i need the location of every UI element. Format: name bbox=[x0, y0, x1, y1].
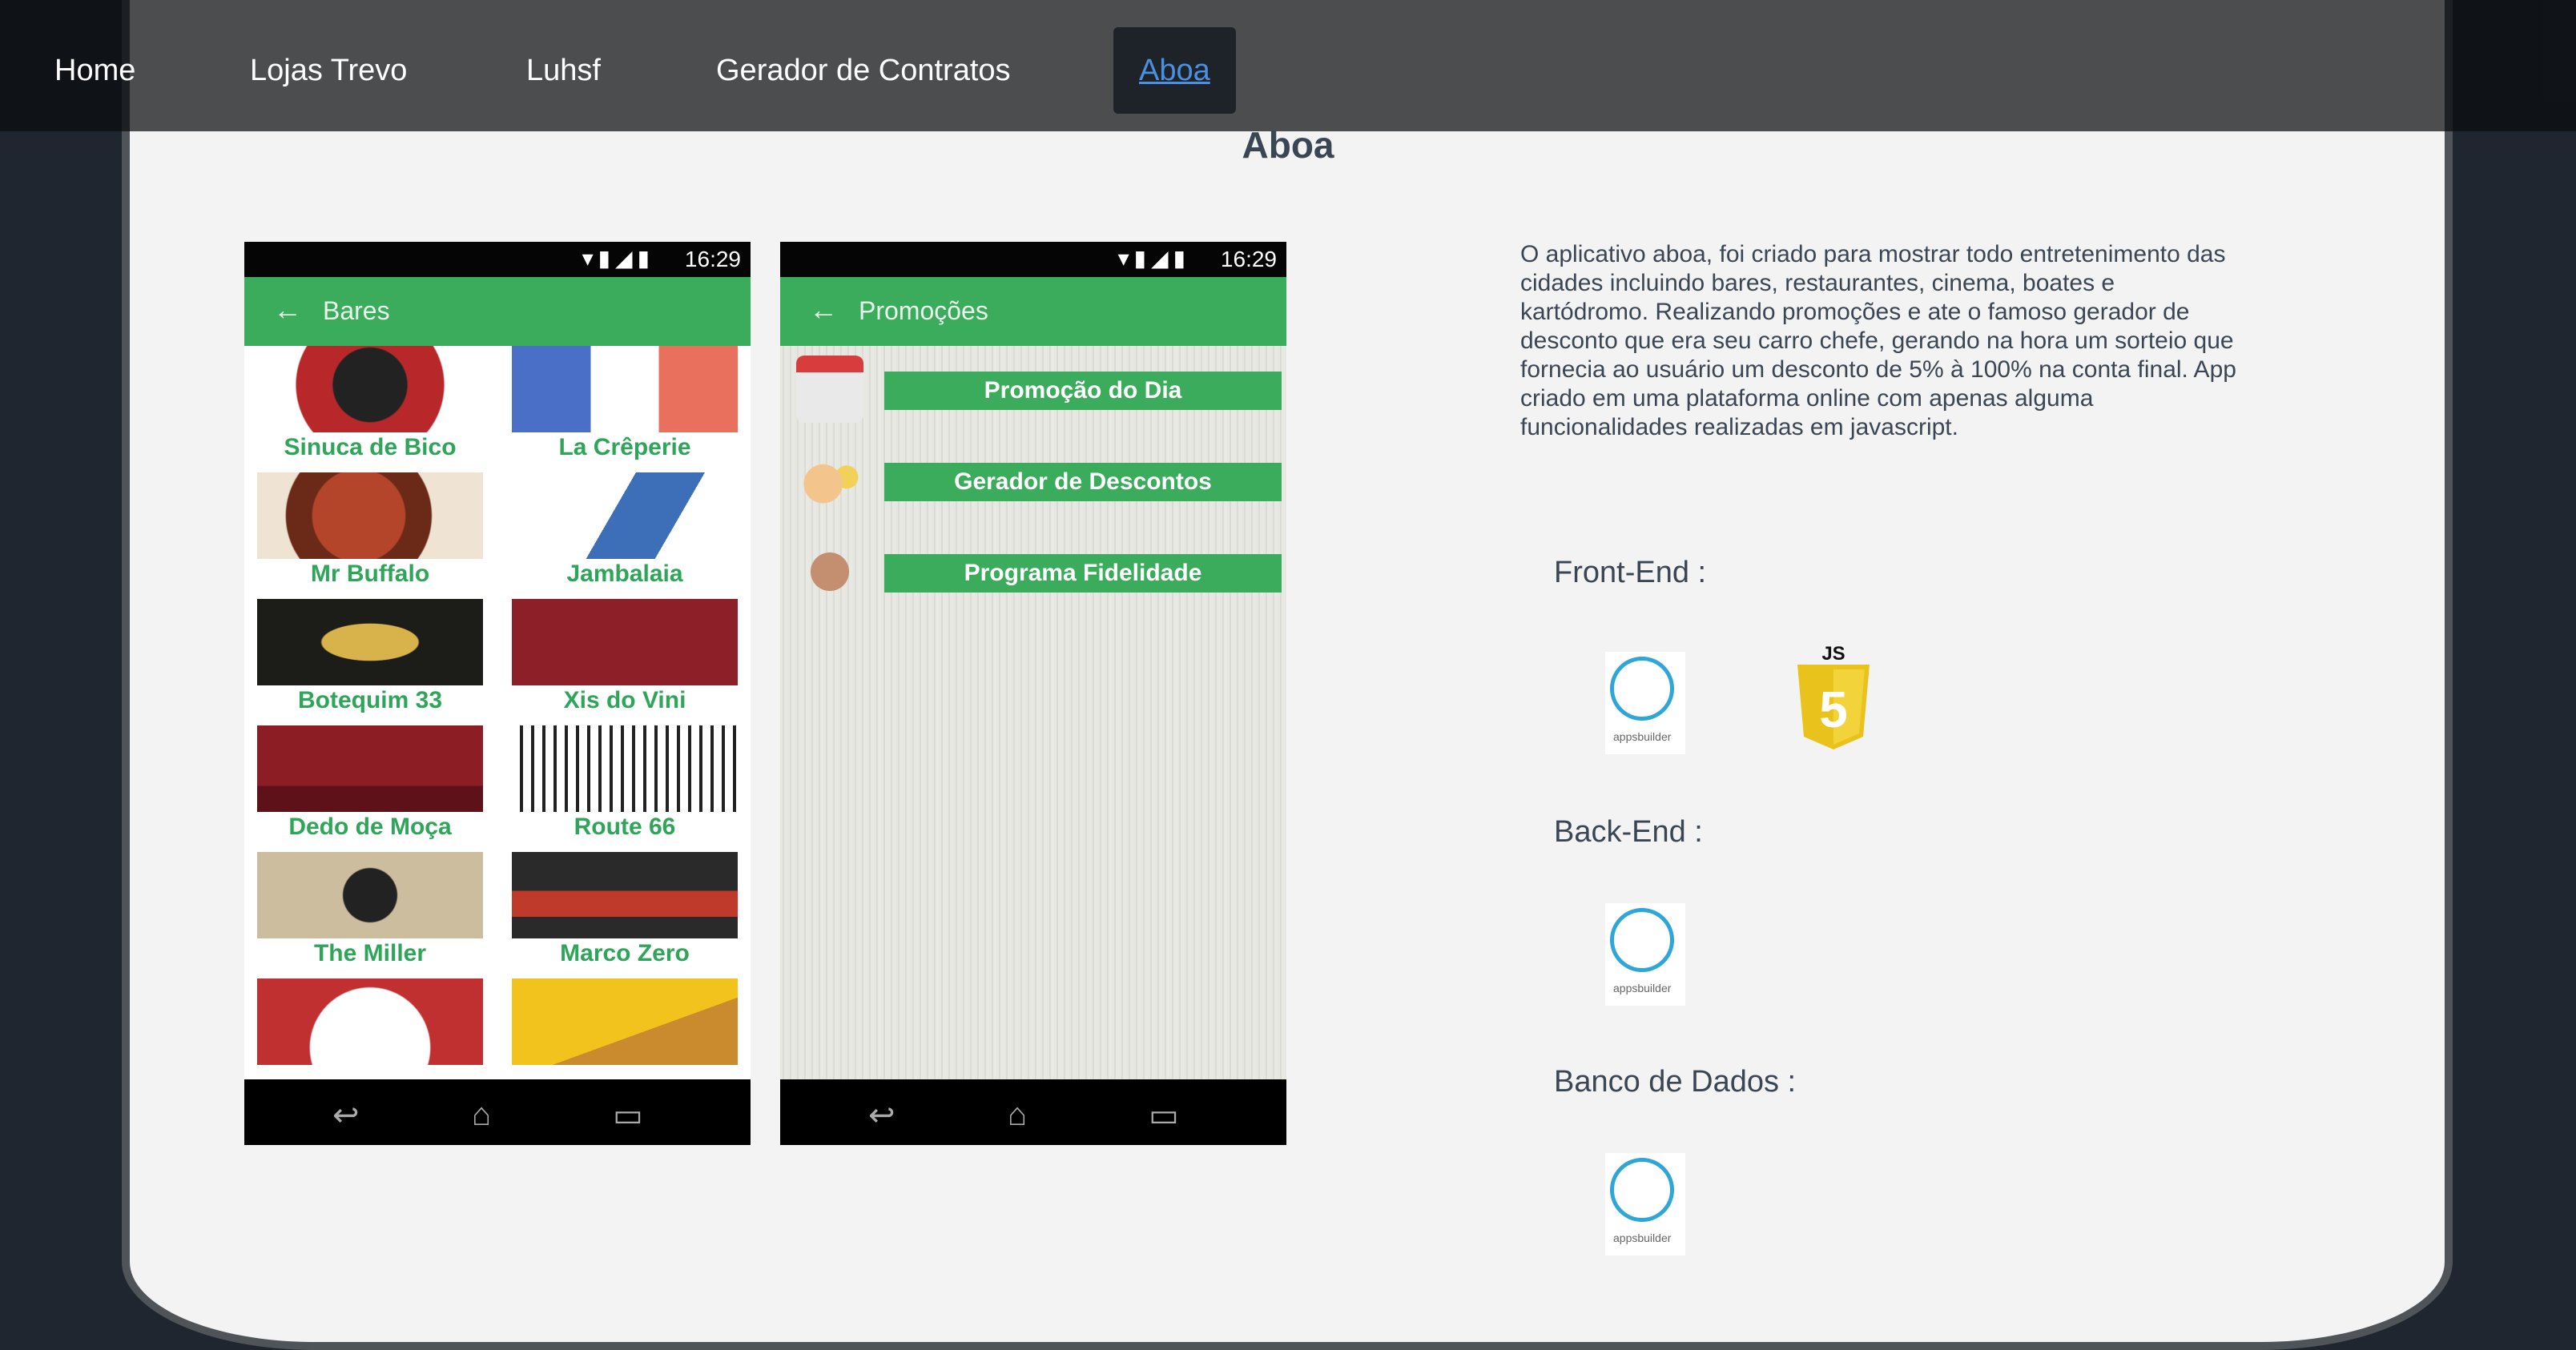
project-description: O aplicativo aboa, foi criado para mostr… bbox=[1520, 241, 2236, 440]
tile-botequim: Botequim 33 bbox=[251, 599, 489, 721]
promo-list: Promoção do Dia Gerador de Descontos Pro… bbox=[780, 346, 1286, 1079]
nav-aboa[interactable]: Aboa bbox=[1113, 27, 1236, 114]
piggy-bank-icon bbox=[796, 447, 863, 514]
tile-label: Sinuca de Bico bbox=[284, 434, 457, 460]
tile-label: Route 66 bbox=[574, 814, 676, 840]
tile-image bbox=[512, 599, 738, 685]
tile-image bbox=[512, 852, 738, 938]
appsbuilder-logo: appsbuilder bbox=[1605, 652, 1685, 754]
js-shield-number: 5 bbox=[1819, 681, 1848, 738]
nav-home[interactable]: Home bbox=[54, 27, 135, 114]
tile-image bbox=[257, 599, 483, 685]
android-nav-bar: ↩ ⌂ ▭ bbox=[780, 1079, 1286, 1145]
promo-row: Gerador de Descontos bbox=[780, 447, 1286, 527]
tile-label: Botequim 33 bbox=[297, 687, 443, 713]
app-bar: ← Promoções bbox=[780, 277, 1286, 346]
tile-image bbox=[512, 725, 738, 812]
app-bar-title: Bares bbox=[323, 296, 390, 325]
js-label: JS bbox=[1821, 643, 1845, 665]
tile-label: Mr Buffalo bbox=[310, 560, 430, 587]
tile-xis-vini: Xis do Vini bbox=[505, 599, 744, 721]
nav-back-icon: ↩ bbox=[868, 1098, 896, 1133]
page-title: Aboa bbox=[1242, 124, 1334, 166]
top-navbar: Home Lojas Trevo Luhsf Gerador de Contra… bbox=[0, 0, 2576, 131]
status-bar: ▾▮◢▮ 16:29 bbox=[780, 242, 1286, 277]
app-bar: ← Bares bbox=[244, 277, 751, 346]
appsbuilder-logo: appsbuilder bbox=[1605, 903, 1685, 1006]
tile-image bbox=[512, 472, 738, 559]
wrench-icon bbox=[1610, 908, 1674, 972]
tile-jambalaia: Jambalaia bbox=[505, 472, 744, 594]
promo-row: Programa Fidelidade bbox=[780, 538, 1286, 618]
nav-recents-icon: ▭ bbox=[613, 1098, 643, 1133]
back-end-heading: Back-End : bbox=[1554, 815, 1703, 849]
back-arrow-icon: ← bbox=[273, 293, 302, 326]
tile-marco-zero: Marco Zero bbox=[505, 852, 744, 974]
appsbuilder-label: appsbuilder bbox=[1613, 730, 1672, 743]
tile-image bbox=[257, 725, 483, 812]
tile-image bbox=[257, 346, 483, 432]
tile-label: Xis do Vini bbox=[563, 687, 686, 713]
tile-buffalo: Mr Buffalo bbox=[251, 472, 489, 594]
tile-label: Marco Zero bbox=[560, 940, 690, 966]
signal-icons: ▾▮◢▮ bbox=[1117, 246, 1190, 271]
status-bar: ▾▮◢▮ 16:29 bbox=[244, 242, 751, 277]
wrench-icon bbox=[1610, 1158, 1674, 1222]
nav-home-icon: ⌂ bbox=[472, 1097, 492, 1132]
bars-grid: Sinuca de Bico La Crêperie Mr Buffalo Ja… bbox=[244, 346, 751, 1079]
nav-recents-icon: ▭ bbox=[1149, 1098, 1179, 1133]
android-nav-bar: ↩ ⌂ ▭ bbox=[244, 1079, 751, 1145]
promo-button: Promoção do Dia bbox=[884, 372, 1282, 410]
tile-label: Dedo de Moça bbox=[288, 814, 452, 840]
appsbuilder-label: appsbuilder bbox=[1613, 982, 1672, 994]
tile-label: The Miller bbox=[313, 940, 427, 966]
tile-label: Jambalaia bbox=[566, 560, 683, 587]
phone-screenshot-bares: ▾▮◢▮ 16:29 ← Bares Sinuca de Bico La Crê… bbox=[244, 242, 751, 1145]
tile-image bbox=[257, 852, 483, 938]
tile-bar-teheto bbox=[251, 978, 489, 1065]
tile-da-bugia bbox=[505, 978, 744, 1065]
phone-screenshot-promocoes: ▾▮◢▮ 16:29 ← Promoções Promoção do Dia G… bbox=[780, 242, 1286, 1145]
nav-gerador-contratos[interactable]: Gerador de Contratos bbox=[716, 27, 1011, 114]
front-end-heading: Front-End : bbox=[1554, 556, 1707, 589]
wrench-icon bbox=[1610, 657, 1674, 721]
status-time: 16:29 bbox=[684, 247, 741, 271]
nav-luhsf[interactable]: Luhsf bbox=[526, 27, 601, 114]
calendar-icon bbox=[796, 356, 863, 423]
tile-miller: The Miller bbox=[251, 852, 489, 974]
nav-home-icon: ⌂ bbox=[1008, 1097, 1028, 1132]
javascript-logo: JS 5 bbox=[1797, 643, 1870, 749]
promo-button: Gerador de Descontos bbox=[884, 463, 1282, 501]
tile-image bbox=[257, 978, 483, 1065]
app-bar-title: Promoções bbox=[859, 296, 988, 325]
appsbuilder-logo: appsbuilder bbox=[1605, 1153, 1685, 1256]
appsbuilder-label: appsbuilder bbox=[1613, 1231, 1672, 1244]
tile-image bbox=[257, 472, 483, 559]
promo-button: Programa Fidelidade bbox=[884, 554, 1282, 593]
tile-label: La Crêperie bbox=[558, 434, 691, 460]
tile-route66: Route 66 bbox=[505, 725, 744, 847]
tile-creperie: La Crêperie bbox=[505, 346, 744, 468]
signal-icons: ▾▮◢▮ bbox=[582, 246, 654, 271]
promo-row: Promoção do Dia bbox=[780, 356, 1286, 436]
nav-lojas-trevo[interactable]: Lojas Trevo bbox=[250, 27, 407, 114]
tile-image bbox=[512, 978, 738, 1065]
nav-back-icon: ↩ bbox=[332, 1098, 360, 1133]
tile-image bbox=[512, 346, 738, 432]
tile-dedo-moca: Dedo de Moça bbox=[251, 725, 489, 847]
database-heading: Banco de Dados : bbox=[1554, 1065, 1797, 1099]
handshake-icon bbox=[796, 538, 863, 605]
status-time: 16:29 bbox=[1220, 247, 1277, 271]
tile-sinuca: Sinuca de Bico bbox=[251, 346, 489, 468]
back-arrow-icon: ← bbox=[809, 293, 838, 326]
